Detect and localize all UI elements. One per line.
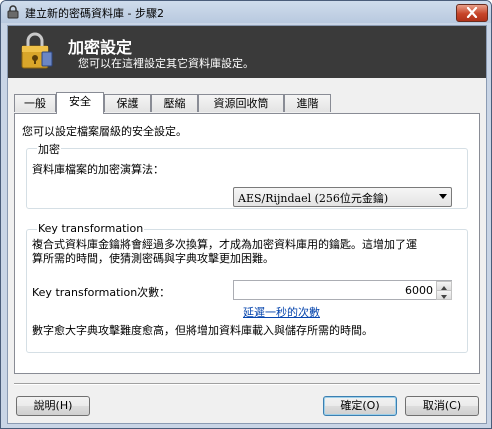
tab-general[interactable]: 一般 bbox=[14, 94, 56, 112]
tab-strip: 一般 安全 保護 壓縮 資源回收筒 進階 bbox=[14, 92, 480, 114]
tab-security[interactable]: 安全 bbox=[56, 92, 104, 114]
cancel-button[interactable]: 取消(C) bbox=[405, 396, 479, 416]
header-banner: 加密設定 您可以在這裡設定其它資料庫設定。 bbox=[8, 26, 486, 78]
page-subtitle: 您可以在這裡設定其它資料庫設定。 bbox=[78, 57, 254, 70]
tab-protection[interactable]: 保護 bbox=[104, 94, 151, 112]
stepper-down-button[interactable] bbox=[436, 290, 452, 300]
tab-compression[interactable]: 壓縮 bbox=[151, 94, 198, 112]
arrow-down-icon bbox=[441, 295, 447, 299]
key-transformation-description-line1: 複合式資料庫金鑰將會經過多次換算，才成為加密資料庫用的鑰匙。這增加了運 bbox=[32, 238, 417, 251]
tab-recycle-bin[interactable]: 資源回收筒 bbox=[198, 94, 284, 112]
encryption-group-label: 加密 bbox=[37, 141, 61, 157]
rounds-stepper-buttons bbox=[436, 281, 452, 300]
window-title: 建立新的密碼資料庫 - 步驟2 bbox=[25, 7, 164, 20]
key-transformation-description: 複合式資料庫金鑰將會經過多次換算，才成為加密資料庫用的鑰匙。這增加了運 算所需的… bbox=[32, 238, 417, 266]
rounds-label: Key transformation次數： bbox=[32, 286, 171, 299]
lock-icon bbox=[6, 5, 20, 19]
algorithm-label: 資料庫檔案的加密演算法： bbox=[32, 163, 164, 176]
encryption-settings-icon bbox=[16, 32, 56, 72]
security-tab-panel: 您可以設定檔案層級的安全設定。 加密 資料庫檔案的加密演算法： AES/Rijn… bbox=[14, 113, 480, 374]
chevron-down-icon bbox=[439, 194, 447, 199]
rounds-stepper[interactable]: 6000 bbox=[233, 280, 452, 300]
key-transformation-description-line2: 算所需的時間，使猜測密碼與字典攻擊更加困難。 bbox=[32, 252, 274, 265]
ok-button[interactable]: 確定(O) bbox=[323, 396, 397, 416]
one-second-delay-link[interactable]: 延遲一秒的次數 bbox=[243, 304, 320, 320]
key-transformation-group-label: Key transformation bbox=[37, 222, 145, 235]
tab-advanced[interactable]: 進階 bbox=[284, 94, 331, 112]
close-button[interactable] bbox=[456, 4, 488, 22]
security-description: 您可以設定檔案層級的安全設定。 bbox=[22, 125, 187, 138]
rounds-value[interactable]: 6000 bbox=[405, 284, 433, 297]
dialog-client-area: 加密設定 您可以在這裡設定其它資料庫設定。 一般 安全 保護 壓縮 資源回收筒 … bbox=[7, 25, 487, 424]
footer-divider bbox=[14, 383, 480, 385]
algorithm-select[interactable]: AES/Rijndael (256位元金鑰) bbox=[233, 187, 452, 207]
dialog-window: 建立新的密碼資料庫 - 步驟2 加密設定 您可以在這裡設定其它資料庫設定。 一般… bbox=[0, 0, 492, 429]
help-button[interactable]: 說明(H) bbox=[16, 396, 90, 416]
algorithm-selected-value: AES/Rijndael (256位元金鑰) bbox=[238, 192, 389, 205]
close-icon bbox=[466, 7, 478, 18]
title-bar[interactable]: 建立新的密碼資料庫 - 步驟2 bbox=[1, 1, 491, 23]
key-transformation-note: 數字愈大字典攻擊難度愈高，但將增加資料庫載入與儲存所需的時間。 bbox=[32, 324, 373, 337]
